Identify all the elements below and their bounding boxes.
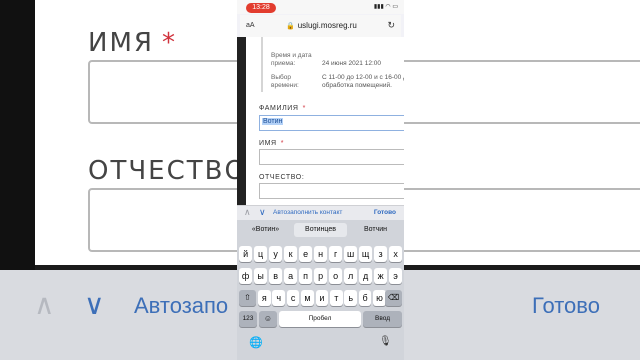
key-х[interactable]: х xyxy=(389,246,403,262)
key-г[interactable]: г xyxy=(329,246,343,262)
key-э[interactable]: э xyxy=(389,268,403,284)
shift-key[interactable]: ⇧ xyxy=(239,290,256,306)
key-з[interactable]: з xyxy=(374,246,388,262)
suggestion-1[interactable]: «Вотин» xyxy=(239,223,292,237)
status-icons: ▮▮▮ ◠ ▭ xyxy=(373,4,398,10)
autofill-contact-button[interactable]: Автозаполнить контакт xyxy=(273,209,342,216)
key-е[interactable]: е xyxy=(299,246,313,262)
key-я[interactable]: я xyxy=(258,290,271,306)
numbers-key[interactable]: 123 xyxy=(239,311,257,327)
key-б[interactable]: б xyxy=(358,290,372,306)
done-button[interactable]: Готово xyxy=(374,209,396,216)
key-н[interactable]: н xyxy=(314,246,328,262)
background-autofill-text: Автозапо xyxy=(134,293,229,318)
space-key[interactable]: Пробел xyxy=(279,311,361,327)
key-д[interactable]: д xyxy=(359,268,373,284)
background-patronymic-label: ОТЧЕСТВО: xyxy=(88,156,258,186)
patronymic-label: ОТЧЕСТВО: xyxy=(259,174,305,181)
key-к[interactable]: к xyxy=(284,246,298,262)
key-ж[interactable]: ж xyxy=(374,268,388,284)
emoji-key[interactable]: ☺ xyxy=(259,311,277,327)
name-input[interactable] xyxy=(259,149,404,165)
surname-value: Вотин xyxy=(262,118,284,125)
reload-icon[interactable]: ↻ xyxy=(387,20,395,31)
surname-label: ФАМИЛИЯ * xyxy=(259,105,306,112)
key-а[interactable]: а xyxy=(284,268,298,284)
background-chevron-down-icon: ∨ xyxy=(84,289,105,320)
info-value-time: С 11-00 до 12-00 и с 16-00 до обработка п… xyxy=(322,74,404,89)
phone-screen: 13:28 ▮▮▮ ◠ ▭ аА 🔒 uslugi.mosreg.ru ↻ Вре… xyxy=(237,0,404,360)
autofill-bar: ∧ ∨ Автозаполнить контакт Готово xyxy=(237,205,404,220)
background-chevron-up-icon: ∧ xyxy=(34,289,55,320)
key-л[interactable]: л xyxy=(344,268,358,284)
keyboard: «Вотин» Вотинцев Вотчин йцукенгшщзх фыва… xyxy=(237,220,404,360)
suggestion-2[interactable]: Вотинцев xyxy=(294,223,347,237)
enter-key[interactable]: Ввод xyxy=(363,311,402,327)
key-т[interactable]: т xyxy=(330,290,343,306)
info-divider xyxy=(261,37,263,92)
key-с[interactable]: с xyxy=(286,290,300,306)
key-щ[interactable]: щ xyxy=(359,246,373,262)
key-и[interactable]: и xyxy=(315,290,329,306)
globe-icon[interactable]: 🌐 xyxy=(249,336,263,349)
key-ю[interactable]: ю xyxy=(373,290,386,306)
patronymic-input[interactable] xyxy=(259,183,404,199)
surname-input[interactable]: Вотин xyxy=(259,115,404,131)
background-dark-edge xyxy=(0,0,35,270)
info-value-datetime: 24 июня 2021 12:00 xyxy=(322,60,381,67)
url-field[interactable]: 🔒 uslugi.mosreg.ru xyxy=(286,21,357,30)
chevron-down-icon[interactable]: ∨ xyxy=(259,207,266,218)
key-ш[interactable]: ш xyxy=(344,246,358,262)
page-dark-edge xyxy=(237,37,246,205)
address-bar[interactable]: аА 🔒 uslugi.mosreg.ru ↻ xyxy=(240,15,401,38)
info-key-time: Выбор времени: xyxy=(271,74,299,89)
status-bar: 13:28 ▮▮▮ ◠ ▭ xyxy=(237,0,404,14)
key-ь[interactable]: ь xyxy=(344,290,357,306)
key-в[interactable]: в xyxy=(269,268,283,284)
status-time: 13:28 xyxy=(246,3,276,13)
key-п[interactable]: п xyxy=(299,268,313,284)
key-ч[interactable]: ч xyxy=(272,290,285,306)
reader-aa-button[interactable]: аА xyxy=(246,22,255,29)
suggestion-3[interactable]: Вотчин xyxy=(349,223,402,237)
key-й[interactable]: й xyxy=(239,246,253,262)
chevron-up-icon[interactable]: ∧ xyxy=(244,207,251,218)
key-ы[interactable]: ы xyxy=(254,268,268,284)
key-о[interactable]: о xyxy=(329,268,343,284)
key-м[interactable]: м xyxy=(301,290,314,306)
key-у[interactable]: у xyxy=(269,246,283,262)
microphone-icon[interactable]: 🎙 xyxy=(379,336,392,347)
info-key-datetime: Время и дата приема: xyxy=(271,52,312,67)
key-ф[interactable]: ф xyxy=(239,268,253,284)
backspace-key[interactable]: ⌫ xyxy=(385,290,402,306)
background-name-label: ИМЯ * xyxy=(88,28,177,58)
key-р[interactable]: р xyxy=(314,268,328,284)
lock-icon: 🔒 xyxy=(286,23,295,30)
key-ц[interactable]: ц xyxy=(254,246,268,262)
web-page: Время и дата приема: 24 июня 2021 12:00 В… xyxy=(237,37,404,205)
background-done-text: Готово xyxy=(532,293,600,318)
name-label: ИМЯ * xyxy=(259,140,285,147)
